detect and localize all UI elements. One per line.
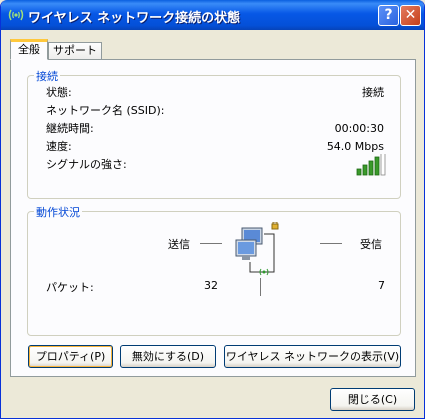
close-window-button[interactable]: ✕ — [400, 5, 421, 26]
title-bar[interactable]: ワイヤレス ネットワーク接続の状態 ? ✕ — [1, 0, 424, 30]
wireless-network-icon — [8, 9, 24, 21]
status-dialog: ワイヤレス ネットワーク接続の状態 ? ✕ 全般 サポート 接続 状態: 接続 … — [0, 0, 425, 419]
signal-bar — [374, 156, 380, 176]
status-label: 状態: — [46, 86, 72, 99]
signal-bar — [380, 154, 386, 176]
status-value: 接続 — [362, 86, 384, 99]
sent-line — [200, 243, 222, 244]
signal-strength-label: シグナルの強さ: — [46, 158, 127, 171]
signal-bar — [356, 168, 362, 176]
received-label: 受信 — [360, 238, 382, 251]
tab-general[interactable]: 全般 — [10, 39, 48, 60]
view-wireless-networks-button[interactable]: ワイヤレス ネットワークの表示(V) — [224, 345, 401, 368]
network-activity-icon — [235, 222, 279, 276]
window-title: ワイヤレス ネットワーク接続の状態 — [28, 11, 241, 26]
received-line — [320, 243, 342, 244]
connection-group: 接続 状態: 接続 ネットワーク名 (SSID): 継続時間: 00:00:30… — [27, 68, 401, 199]
packets-received-value: 7 — [378, 279, 385, 292]
signal-bar — [362, 164, 368, 176]
ssid-label: ネットワーク名 (SSID): — [46, 104, 165, 117]
close-button[interactable]: 閉じる(C) — [330, 388, 415, 411]
sent-label: 送信 — [168, 238, 190, 251]
disable-button[interactable]: 無効にする(D) — [120, 345, 216, 368]
duration-value: 00:00:30 — [334, 122, 384, 135]
divider — [260, 278, 261, 296]
activity-group-title: 動作状況 — [34, 204, 82, 220]
connection-group-title: 接続 — [34, 68, 60, 84]
packets-sent-value: 32 — [204, 279, 218, 292]
signal-strength-icon — [356, 154, 386, 176]
duration-label: 継続時間: — [46, 122, 94, 135]
speed-value: 54.0 Mbps — [326, 140, 384, 153]
speed-label: 速度: — [46, 140, 72, 153]
activity-group: 動作状況 送信 受信 パケット: 32 7 — [27, 204, 401, 336]
tab-strip: 全般 サポート — [10, 36, 416, 60]
packets-label: パケット: — [46, 281, 94, 294]
signal-bar — [368, 160, 374, 176]
properties-button[interactable]: プロパティ(P) — [28, 345, 113, 368]
help-button[interactable]: ? — [378, 5, 399, 26]
tab-panel: 接続 状態: 接続 ネットワーク名 (SSID): 継続時間: 00:00:30… — [10, 59, 416, 377]
tab-support[interactable]: サポート — [48, 42, 102, 60]
